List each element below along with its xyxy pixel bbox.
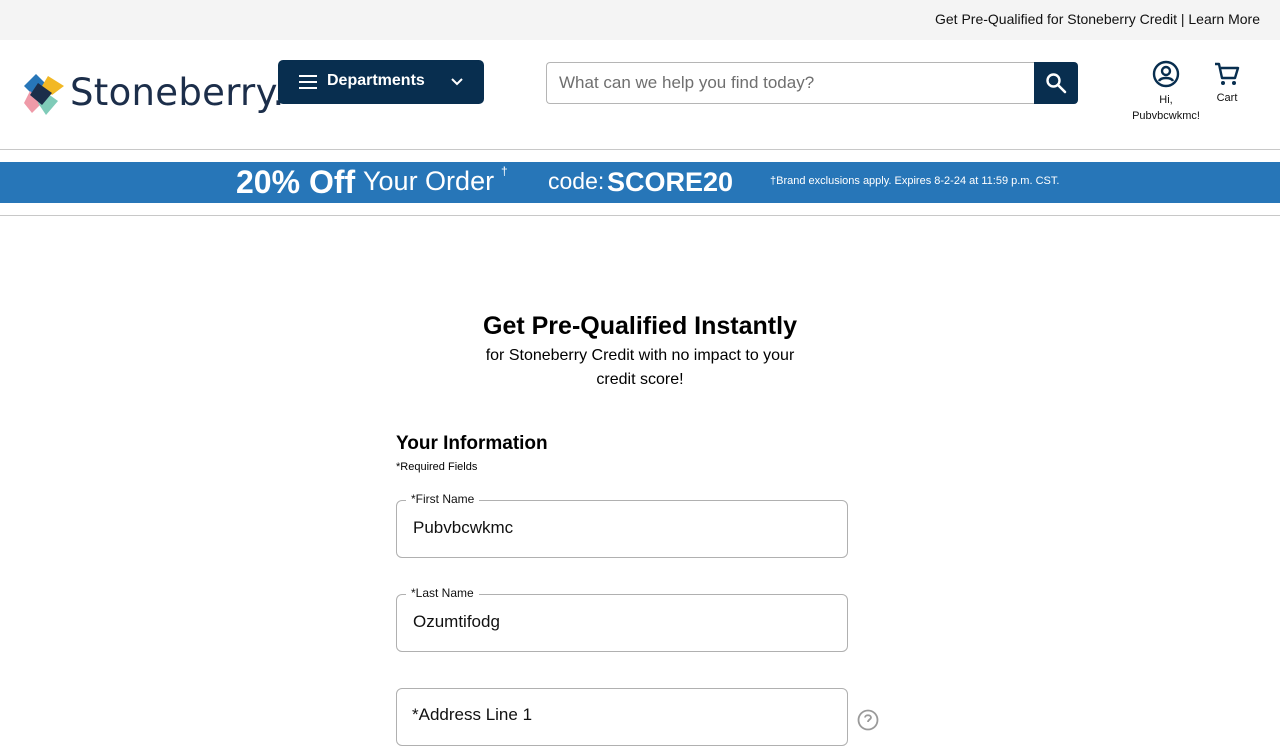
- account-greeting: Hi, Pubvbcwkmc!: [1132, 94, 1200, 122]
- top-utility-bar: Get Pre-Qualified for Stoneberry Credit …: [0, 0, 1280, 40]
- chevron-down-icon: [451, 78, 463, 86]
- cart-button[interactable]: Cart: [1208, 60, 1246, 115]
- search-icon: [1046, 73, 1067, 94]
- required-fields-note: *Required Fields: [396, 461, 478, 473]
- departments-button[interactable]: Departments: [278, 60, 484, 104]
- page-subtitle: for Stoneberry Credit with no impact to …: [485, 347, 795, 388]
- search-input[interactable]: [546, 62, 1034, 104]
- cart-icon: [1215, 62, 1240, 85]
- banner-order-text: Your Order: [363, 166, 495, 196]
- last-name-field[interactable]: *Last Name Ozumtifodg: [396, 586, 848, 652]
- promo-banner[interactable]: 20% Off Your Order † code: SCORE20 †Bran…: [0, 162, 1280, 203]
- banner-promo-code: SCORE20: [607, 167, 734, 197]
- site-header: Stoneberry. Departments Hi, Pubvbcwkmc!: [0, 40, 1280, 150]
- search-button[interactable]: [1034, 62, 1078, 104]
- first-name-label: *First Name: [406, 492, 480, 506]
- last-name-label: *Last Name: [406, 586, 479, 600]
- help-icon[interactable]: [857, 709, 879, 731]
- departments-label: Departments: [327, 72, 425, 89]
- banner-discount: 20% Off: [236, 164, 356, 200]
- last-name-value: Ozumtifodg: [413, 612, 500, 631]
- address-line-1-field[interactable]: *Address Line 1: [396, 688, 848, 746]
- first-name-field[interactable]: *First Name Pubvbcwkmc: [396, 492, 848, 558]
- logo-wordmark: Stoneberry.: [70, 71, 284, 114]
- banner-fine-print: †Brand exclusions apply. Expires 8-2-24 …: [770, 175, 1060, 187]
- prequalify-link[interactable]: Get Pre-Qualified for Stoneberry Credit …: [935, 11, 1260, 27]
- address-line-1-placeholder: *Address Line 1: [412, 705, 533, 724]
- banner-dagger: †: [501, 164, 508, 178]
- banner-code-label: code:: [548, 168, 605, 194]
- account-menu[interactable]: Hi, Pubvbcwkmc!: [1120, 60, 1212, 130]
- section-divider: [0, 215, 1280, 216]
- logo-mark-icon: [24, 74, 64, 115]
- section-heading: Your Information: [396, 433, 548, 454]
- page-title: Get Pre-Qualified Instantly: [483, 312, 797, 340]
- menu-icon: [299, 75, 317, 89]
- first-name-value: Pubvbcwkmc: [413, 518, 514, 537]
- stoneberry-logo[interactable]: Stoneberry.: [24, 71, 284, 117]
- cart-label: Cart: [1216, 92, 1238, 104]
- account-icon: [1152, 60, 1180, 88]
